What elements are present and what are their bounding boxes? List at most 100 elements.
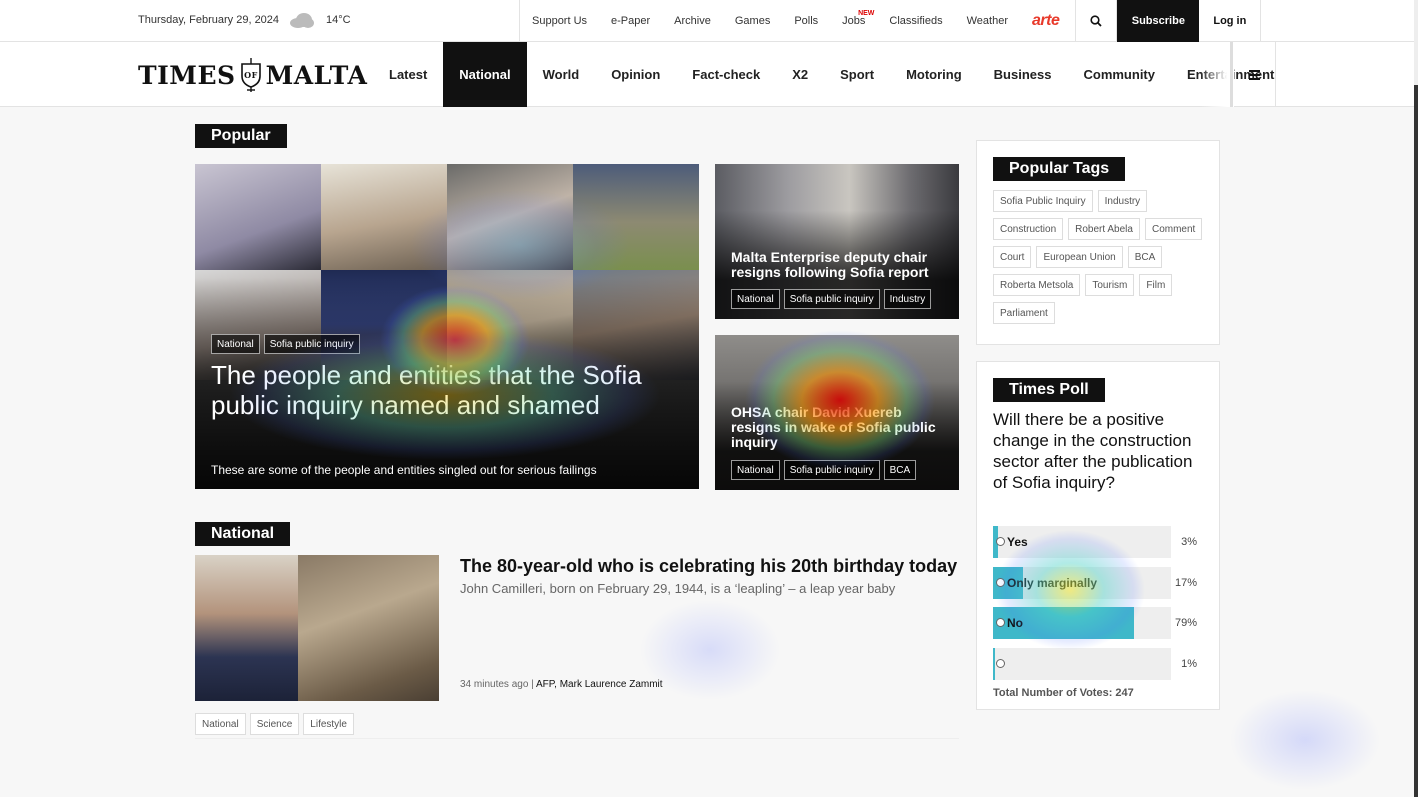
- page-scrollbar[interactable]: [1414, 0, 1418, 797]
- menu-button[interactable]: [1233, 42, 1276, 107]
- poll-option-percent: 1%: [1181, 658, 1197, 670]
- card-tag[interactable]: National: [731, 460, 780, 480]
- heatmap-blob: [1230, 690, 1380, 790]
- meta-separator: |: [531, 679, 534, 690]
- nav-business[interactable]: Business: [978, 42, 1068, 107]
- nav-motoring[interactable]: Motoring: [890, 42, 978, 107]
- national-story-tags: National Science Lifestyle: [195, 713, 354, 735]
- card-headline[interactable]: Malta Enterprise deputy chair resigns fo…: [731, 250, 946, 280]
- utility-links: Support Us e-Paper Archive Games Polls J…: [519, 0, 1262, 42]
- radio-icon[interactable]: [996, 537, 1005, 546]
- nav-national[interactable]: National: [443, 42, 527, 107]
- scrollbar-thumb[interactable]: [1414, 85, 1418, 797]
- nav-community[interactable]: Community: [1067, 42, 1171, 107]
- story-authors[interactable]: AFP, Mark Laurence Zammit: [536, 679, 663, 690]
- card-tag[interactable]: Industry: [883, 289, 932, 309]
- popular-tag[interactable]: Roberta Metsola: [993, 274, 1081, 296]
- poll-option-label: Yes: [1007, 535, 1028, 549]
- national-section-label: National: [195, 522, 291, 546]
- story-tag[interactable]: Science: [249, 713, 300, 735]
- poll-option-yes[interactable]: Yes: [993, 526, 1171, 558]
- archive-link[interactable]: Archive: [662, 0, 723, 42]
- logo-text-malta: MALTA: [265, 60, 368, 90]
- hero-gradient: [195, 164, 699, 489]
- popular-tag[interactable]: Robert Abela: [1068, 218, 1140, 240]
- popular-tag[interactable]: Industry: [1097, 190, 1148, 212]
- national-story-meta: 34 minutes ago | AFP, Mark Laurence Zamm…: [460, 679, 663, 690]
- epaper-link[interactable]: e-Paper: [599, 0, 662, 42]
- card-tag[interactable]: BCA: [883, 460, 917, 480]
- poll-title: Times Poll: [993, 378, 1105, 402]
- section-divider: [195, 738, 959, 739]
- radio-icon[interactable]: [996, 618, 1005, 627]
- radio-icon[interactable]: [996, 659, 1005, 668]
- card-tag[interactable]: Sofia public inquiry: [783, 460, 880, 480]
- popular-section-label: Popular: [195, 124, 287, 148]
- poll-option-percent: 3%: [1181, 536, 1197, 548]
- card-headline[interactable]: OHSA chair David Xuereb resigns in wake …: [731, 405, 946, 450]
- classifieds-link[interactable]: Classifieds: [877, 0, 954, 42]
- card-tag[interactable]: Sofia public inquiry: [783, 289, 880, 309]
- nav-fact-check[interactable]: Fact-check: [676, 42, 776, 107]
- popular-tag[interactable]: European Union: [1036, 246, 1123, 268]
- popular-tag[interactable]: Tourism: [1085, 274, 1135, 296]
- popular-tag[interactable]: Film: [1139, 274, 1173, 296]
- poll-option-label: No: [1007, 616, 1023, 630]
- nav-overflow-fade: [1200, 42, 1234, 107]
- popular-tag[interactable]: Comment: [1144, 218, 1203, 240]
- popular-tag[interactable]: Construction: [993, 218, 1064, 240]
- popular-card[interactable]: OHSA chair David Xuereb resigns in wake …: [715, 335, 959, 490]
- polls-link[interactable]: Polls: [782, 0, 830, 42]
- hero-tag[interactable]: Sofia public inquiry: [263, 334, 360, 354]
- radio-icon[interactable]: [996, 578, 1005, 587]
- popular-tag[interactable]: BCA: [1127, 246, 1163, 268]
- card-tag[interactable]: National: [731, 289, 780, 309]
- popular-tag[interactable]: Court: [993, 246, 1032, 268]
- poll-option-blank[interactable]: [993, 648, 1171, 680]
- new-badge: NEW: [858, 10, 875, 17]
- card-tags: National Sofia public inquiry Industry: [731, 289, 932, 309]
- card-tags: National Sofia public inquiry BCA: [731, 460, 917, 480]
- poll-option-only-marginally[interactable]: Only marginally: [993, 567, 1171, 599]
- weather-link[interactable]: Weather: [955, 0, 1020, 42]
- hamburger-icon: [1248, 69, 1260, 80]
- popular-tags-list: Sofia Public Inquiry Industry Constructi…: [993, 190, 1208, 324]
- games-link[interactable]: Games: [723, 0, 782, 42]
- temperature: 14°C: [326, 14, 351, 26]
- nav-latest[interactable]: Latest: [373, 42, 443, 107]
- support-us-link[interactable]: Support Us: [520, 0, 599, 42]
- popular-tag[interactable]: Parliament: [993, 302, 1055, 324]
- popular-tag[interactable]: Sofia Public Inquiry: [993, 190, 1093, 212]
- arte-logo-link[interactable]: arte: [1020, 0, 1075, 42]
- national-story-image[interactable]: [195, 555, 439, 701]
- poll-option-label: Only marginally: [1007, 576, 1098, 590]
- poll-option-percent: 79%: [1174, 617, 1197, 629]
- story-tag[interactable]: Lifestyle: [303, 713, 354, 735]
- poll-option-fill: [993, 648, 995, 680]
- subscribe-button[interactable]: Subscribe: [1117, 0, 1200, 42]
- search-icon: [1090, 15, 1102, 27]
- poll-option-no[interactable]: No: [993, 607, 1171, 639]
- national-story-headline[interactable]: The 80-year-old who is celebrating his 2…: [460, 556, 957, 577]
- jobs-link[interactable]: Jobs NEW: [830, 0, 877, 42]
- nav-opinion[interactable]: Opinion: [595, 42, 676, 107]
- top-utility-bar: Thursday, February 29, 2024 14°C Support…: [0, 0, 1414, 42]
- story-time: 34 minutes ago: [460, 679, 529, 690]
- nav-sport[interactable]: Sport: [824, 42, 890, 107]
- hero-headline[interactable]: The people and entities that the Sofia p…: [211, 360, 651, 420]
- times-of-malta-logo[interactable]: TIMES OF MALTA: [138, 58, 367, 92]
- logo-crest-text: OF: [244, 70, 258, 80]
- search-button[interactable]: [1075, 0, 1118, 42]
- login-button[interactable]: Log in: [1199, 0, 1262, 42]
- story-tag[interactable]: National: [195, 713, 246, 735]
- nav-world[interactable]: World: [527, 42, 596, 107]
- nav-x2[interactable]: X2: [776, 42, 824, 107]
- hero-tag[interactable]: National: [211, 334, 260, 354]
- popular-card[interactable]: Malta Enterprise deputy chair resigns fo…: [715, 164, 959, 319]
- cloud-icon: [290, 13, 314, 28]
- popular-tags-title: Popular Tags: [993, 157, 1126, 181]
- current-date: Thursday, February 29, 2024: [138, 14, 280, 26]
- story-photo-left: [195, 555, 298, 701]
- hero-story[interactable]: National Sofia public inquiry The people…: [195, 164, 699, 489]
- logo-text-times: TIMES: [138, 60, 236, 90]
